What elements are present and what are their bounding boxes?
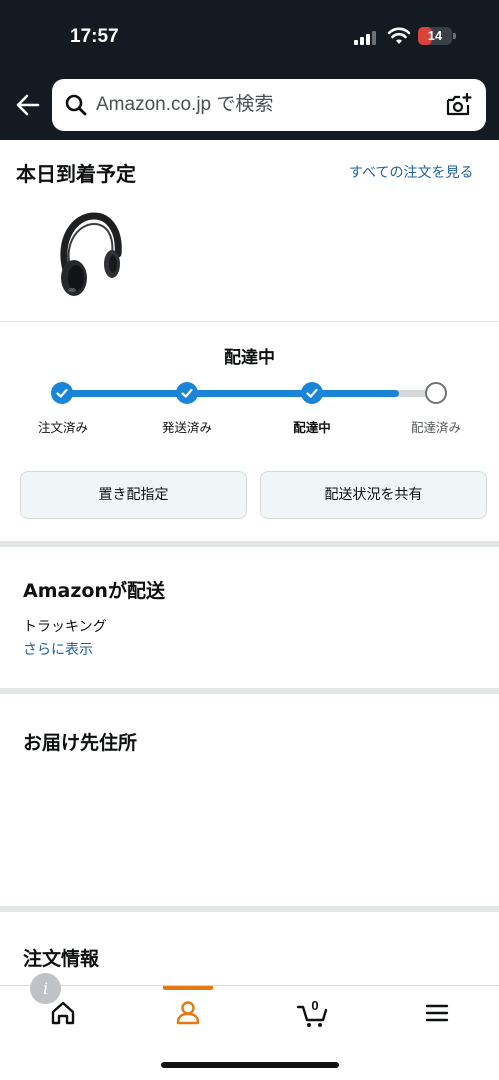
camera-search-icon[interactable] (445, 92, 473, 118)
show-more-link[interactable]: さらに表示 (23, 639, 93, 659)
nav-menu[interactable] (407, 986, 467, 1046)
section-divider (0, 321, 499, 322)
cellular-signal-icon (354, 31, 378, 45)
nav-cart[interactable]: 0 (282, 986, 342, 1046)
status-time: 17:57 (70, 26, 119, 47)
section-divider (0, 688, 499, 694)
delivery-progress-bar (62, 390, 436, 397)
order-info-title: 注文情報 (23, 948, 100, 970)
step-label-ordered: 注文済み (37, 420, 88, 435)
battery-icon: 14 (418, 27, 452, 45)
tracking-text: トラッキング (23, 619, 107, 635)
arrival-title: 本日到着予定 (16, 162, 136, 186)
address-title: お届け先住所 (23, 732, 138, 754)
section-divider (0, 906, 499, 912)
section-divider (0, 541, 499, 547)
share-tracking-button[interactable]: 配送状況を共有 (260, 471, 487, 519)
step-dot-out-for-delivery (301, 382, 323, 404)
top-header: 17:57 14 Amazon.co.jp で検索 (0, 0, 499, 140)
search-bar[interactable]: Amazon.co.jp で検索 (52, 79, 486, 131)
wifi-icon (387, 27, 411, 44)
back-arrow-icon[interactable] (14, 92, 42, 118)
check-icon (181, 388, 193, 398)
headphones-image[interactable] (52, 210, 124, 300)
drop-off-button[interactable]: 置き配指定 (20, 471, 247, 519)
carrier-title: Amazonが配送 (23, 580, 165, 602)
nav-account[interactable] (158, 986, 218, 1046)
info-icon[interactable]: i (30, 973, 61, 1004)
battery-cap (453, 33, 456, 39)
step-label-out-for-delivery: 配達中 (293, 420, 331, 435)
step-dot-delivered (425, 382, 447, 404)
search-icon (65, 94, 87, 116)
delivery-status-heading: 配達中 (224, 348, 275, 368)
home-indicator (161, 1062, 339, 1068)
cart-count: 0 (311, 998, 319, 1013)
check-icon (56, 388, 68, 398)
account-icon (176, 1001, 200, 1025)
cart-icon (296, 1005, 328, 1027)
step-dot-shipped (176, 382, 198, 404)
battery-percent: 14 (427, 28, 443, 43)
check-icon (306, 388, 318, 398)
view-all-orders-link[interactable]: すべての注文を見る (349, 162, 473, 182)
step-label-shipped: 発送済み (161, 420, 212, 435)
step-label-delivered: 配達済み (410, 420, 461, 435)
delivery-progress-fill (62, 390, 399, 397)
step-dot-ordered (51, 382, 73, 404)
search-input[interactable]: Amazon.co.jp で検索 (96, 79, 436, 131)
menu-icon (425, 1004, 449, 1022)
